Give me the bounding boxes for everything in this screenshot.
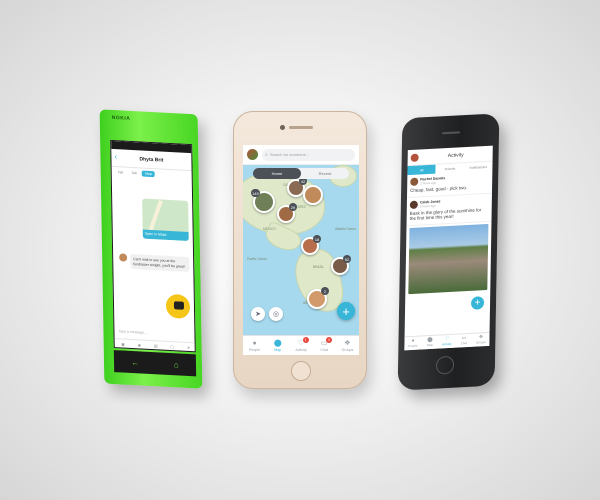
map-label-brazil: BRAZIL [313, 265, 325, 269]
tab-people[interactable]: ● People [404, 336, 421, 350]
chat-tab[interactable]: Tab [115, 169, 127, 176]
chat-tab[interactable]: Tab [128, 170, 140, 177]
add-button[interactable]: + [470, 296, 485, 310]
activity-screen: Activity All Friends Notifications Rache… [404, 145, 493, 351]
tab-groups[interactable]: ❖ Groups [336, 336, 359, 355]
chat-tab-map[interactable]: Map [141, 170, 155, 178]
tab-label: People [249, 347, 261, 352]
avatar [119, 253, 128, 262]
chat-contact-name: Dhyta Brit [139, 155, 164, 164]
iphone-center: ⌕ Search for someone... CANADA UNITED ST… [233, 111, 367, 389]
tab-activity[interactable]: ♡ Activity 1 [289, 336, 312, 355]
open-in-maps-label: Open in Maps [142, 229, 189, 241]
tab-label: Activity [295, 347, 307, 352]
back-icon[interactable]: ← [131, 357, 139, 366]
tab-bar: ● People ⬤ Map ♡ Activity 1 ▭ Chat 4 ❖ G… [243, 335, 359, 355]
tab-notifications[interactable]: Notifications [464, 162, 492, 172]
tab-label: Map [274, 347, 282, 352]
speaker-grille [442, 131, 461, 135]
send-icon[interactable]: ➤ [187, 344, 190, 349]
search-bar: ⌕ Search for someone... [243, 145, 359, 165]
post-text: Bask in the glory of the sunshine for th… [409, 206, 482, 222]
image-icon[interactable]: ▤ [154, 343, 158, 348]
nokia-nav-bar: ← ⌂ [113, 350, 197, 377]
tab-label: Activity [442, 341, 452, 347]
chat-message: Can't wait to see you at the fundraiser … [119, 253, 190, 273]
pin-count: 29 [289, 203, 297, 211]
tab-label: Chat [460, 341, 468, 346]
globe-icon[interactable]: ◎ [269, 307, 283, 321]
search-input[interactable]: ⌕ Search for someone... [262, 148, 355, 161]
tab-groups[interactable]: ❖ Groups [472, 333, 489, 347]
tab-friends[interactable]: Friends [436, 163, 464, 173]
message-text: Can't wait to see you at the fundraiser … [130, 253, 190, 273]
tab-chat[interactable]: ▭ Chat [455, 334, 472, 348]
shared-location-card[interactable]: Open in Maps [142, 198, 189, 241]
tab-label: Chat [320, 347, 328, 352]
tab-chat[interactable]: ▭ Chat 4 [313, 336, 336, 355]
screen-title: Activity [447, 151, 464, 159]
tab-people[interactable]: ● People [243, 336, 266, 355]
pin-count: 2 [321, 287, 329, 295]
emoji-sticker [165, 293, 191, 320]
map-label-mexico: MEXICO [263, 227, 276, 231]
map-label-atlantic: Atlantic Ocean [335, 227, 356, 231]
front-camera [280, 125, 285, 130]
pin-count: 145 [251, 189, 260, 197]
segment-recent[interactable]: Recent [301, 168, 349, 179]
device-showcase: NOKIA ‹ Dhyta Brit Tab Tab Map Open in M… [0, 0, 600, 500]
tab-activity[interactable]: ♡ Activity [438, 335, 455, 349]
tab-label: Groups [475, 340, 486, 345]
activity-badge: 1 [302, 337, 309, 343]
profile-avatar[interactable] [247, 149, 258, 160]
post-time: 2 hours ago [420, 180, 437, 186]
tab-label: People [408, 343, 418, 349]
nokia-screen: ‹ Dhyta Brit Tab Tab Map Open in Maps Ca… [110, 139, 196, 353]
location-icon[interactable]: ◉ [138, 342, 142, 347]
search-icon: ⌕ [265, 151, 268, 158]
segmented-control: Home Recent [253, 168, 349, 179]
chevron-left-icon[interactable]: ‹ [114, 152, 117, 161]
tab-label: Groups [341, 347, 354, 352]
home-icon[interactable]: ⌂ [174, 360, 179, 369]
tab-bar: ● People ⬤ Map ♡ Activity ▭ Chat ❖ Groups [404, 331, 490, 351]
tab-map[interactable]: ⬤ Map [266, 336, 289, 355]
post-photo-crowd[interactable] [408, 223, 489, 294]
pin-count: 52 [343, 255, 351, 263]
groups-icon: ❖ [344, 339, 351, 347]
people-icon: ● [252, 339, 257, 347]
map-label-pacific: Pacific Ocean [247, 257, 267, 261]
map-pin-avatar[interactable] [303, 185, 323, 205]
feed-post[interactable]: Caleb Jones 3 hours ago Bask in the glor… [406, 193, 492, 227]
post-time: 3 hours ago [419, 203, 436, 209]
chat-badge: 4 [325, 337, 332, 343]
avatar [409, 200, 418, 209]
pin-count: 18 [313, 235, 321, 243]
message-input[interactable]: Type a message... [118, 329, 147, 335]
avatar [410, 177, 419, 186]
tab-map[interactable]: ⬤ Map [421, 336, 438, 350]
home-button[interactable] [435, 355, 455, 375]
chat-toolbar: ▣ ◉ ▤ ▢ ➤ [114, 338, 196, 352]
nokia-brand-logo: NOKIA [111, 114, 131, 122]
home-button[interactable] [291, 361, 311, 381]
iphone-right: Activity All Friends Notifications Rache… [397, 113, 500, 391]
tab-all[interactable]: All [407, 164, 436, 176]
segment-home[interactable]: Home [253, 168, 301, 179]
add-button[interactable]: + [337, 302, 355, 320]
profile-avatar[interactable] [410, 153, 419, 162]
camera-icon[interactable]: ▣ [121, 341, 125, 346]
nokia-phone: NOKIA ‹ Dhyta Brit Tab Tab Map Open in M… [99, 109, 203, 389]
map-app-screen: ⌕ Search for someone... CANADA UNITED ST… [243, 145, 359, 355]
gif-icon[interactable]: ▢ [170, 344, 174, 349]
locate-me-icon[interactable]: ➤ [251, 307, 265, 321]
search-placeholder: Search for someone... [269, 152, 310, 157]
speaker-grille [289, 126, 313, 129]
camera-icon [173, 301, 185, 310]
map-pin-icon: ⬤ [273, 339, 282, 347]
tab-label: Map [426, 342, 433, 348]
